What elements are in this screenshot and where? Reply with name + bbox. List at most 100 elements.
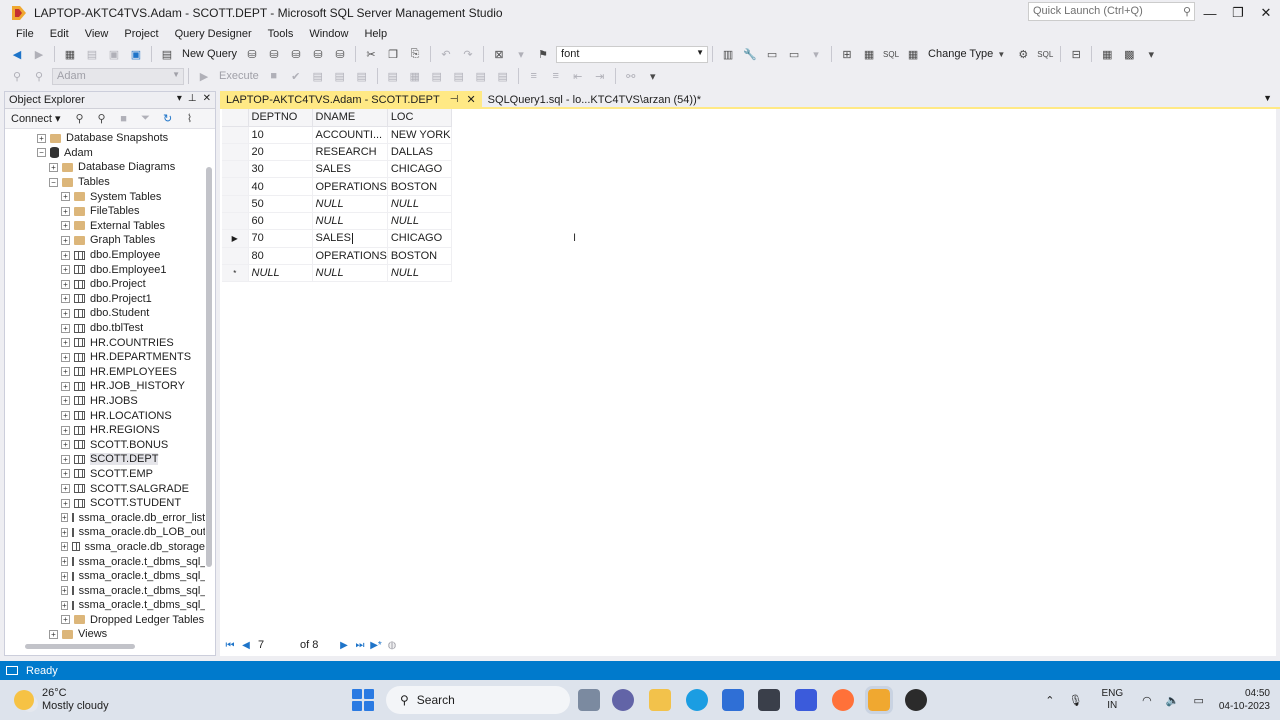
expand-icon[interactable]: + — [37, 133, 46, 143]
clock[interactable]: 04:50 04-10-2023 — [1219, 687, 1270, 713]
tree-node[interactable]: + ssma_oracle.db_storage — [5, 540, 205, 555]
tree-node[interactable]: + External Tables — [5, 219, 205, 234]
app-cube-icon[interactable] — [758, 689, 780, 711]
estimated-plan-icon[interactable]: ▤ — [310, 68, 326, 84]
window-position-icon[interactable]: ▾ — [177, 93, 182, 104]
minimize-button[interactable]: — — [1196, 0, 1224, 26]
expand-icon[interactable]: + — [61, 484, 70, 494]
xmla-query-icon[interactable]: ⛁ — [310, 46, 326, 62]
back-icon[interactable]: ◀ — [9, 46, 25, 62]
specify-values-icon[interactable]: ⚯ — [623, 68, 639, 84]
undo-icon[interactable]: ↶ — [438, 46, 454, 62]
cell-dname[interactable]: ACCOUNTI... — [312, 126, 388, 144]
intellisense-icon[interactable]: ▤ — [354, 68, 370, 84]
customize-icon[interactable]: ▾ — [808, 46, 824, 62]
expand-icon[interactable]: + — [61, 411, 70, 421]
tree-node[interactable]: + ssma_oracle.db_LOB_outp — [5, 525, 205, 540]
menu-help[interactable]: Help — [356, 28, 395, 40]
disconnect-icon[interactable]: ⚲ — [94, 111, 110, 127]
cell-dname[interactable]: SALES — [312, 229, 388, 248]
row-selector[interactable]: * — [222, 264, 249, 283]
expand-icon[interactable]: + — [49, 629, 58, 639]
teams-chat-icon[interactable] — [612, 689, 634, 711]
tree-node[interactable]: + ssma_oracle.t_dbms_sql_d — [5, 583, 205, 598]
tree-node[interactable]: + ssma_oracle.t_dbms_sql_b — [5, 554, 205, 569]
tree-node[interactable]: + dbo.Employee1 — [5, 262, 205, 277]
next-record-icon[interactable]: ▶ — [336, 640, 352, 651]
expand-icon[interactable]: + — [61, 279, 70, 289]
new-query-button[interactable]: New Query — [182, 48, 237, 60]
results-to-text-icon[interactable]: ▤ — [385, 68, 401, 84]
new-project-icon[interactable]: ▦ — [62, 46, 78, 62]
expand-icon[interactable]: + — [61, 367, 70, 377]
expand-icon[interactable]: + — [61, 527, 68, 537]
pin-icon[interactable]: ⊥ — [188, 93, 197, 104]
close-button[interactable]: ✕ — [1252, 0, 1280, 26]
tree-node[interactable]: + SCOTT.EMP — [5, 467, 205, 482]
firefox-icon[interactable] — [832, 689, 854, 711]
tree-node[interactable]: + dbo.Employee — [5, 248, 205, 263]
previous-record-icon[interactable]: ◀ — [238, 640, 254, 651]
more-icon[interactable]: ▾ — [1143, 46, 1159, 62]
expand-icon[interactable]: + — [61, 294, 70, 304]
show-diagram-pane-icon[interactable]: ⊞ — [839, 46, 855, 62]
tree-node[interactable]: + Graph Tables — [5, 233, 205, 248]
forward-icon[interactable]: ▶ — [31, 46, 47, 62]
menu-tools[interactable]: Tools — [260, 28, 302, 40]
first-record-icon[interactable]: ⏮ — [222, 640, 238, 651]
tree-node[interactable]: + Database Diagrams — [5, 160, 205, 175]
sqlcmd-mode-icon[interactable]: ▤ — [495, 68, 511, 84]
connect-icon[interactable]: ⚲ — [9, 68, 25, 84]
current-record-input[interactable]: 7 — [254, 639, 290, 651]
tree-node[interactable]: + Dropped Ledger Tables — [5, 613, 205, 628]
tree-node[interactable]: + HR.JOB_HISTORY — [5, 379, 205, 394]
cell-deptno[interactable]: 80 — [248, 247, 313, 265]
save-all-icon[interactable]: ▣ — [128, 46, 144, 62]
store-icon[interactable] — [722, 689, 744, 711]
font-combo[interactable]: font ▼ — [556, 45, 709, 63]
pin-icon[interactable]: ⊣ — [450, 94, 459, 105]
add-derived-table-icon[interactable]: ▩ — [1121, 46, 1137, 62]
connect-button[interactable]: Connect ▾ — [11, 112, 61, 125]
decrease-indent-icon[interactable]: ⇤ — [570, 68, 586, 84]
results-to-grid-icon[interactable]: ▦ — [407, 68, 423, 84]
tree-node[interactable]: + HR.JOBS — [5, 394, 205, 409]
activity-monitor-icon[interactable]: ⌇ — [182, 111, 198, 127]
cell-loc[interactable]: CHICAGO — [387, 229, 452, 248]
refresh-icon[interactable]: ↻ — [160, 111, 176, 127]
expand-icon[interactable]: + — [61, 557, 68, 567]
show-results-pane-icon[interactable]: ▦ — [905, 46, 921, 62]
column-header-deptno[interactable]: DEPTNO — [248, 109, 313, 127]
cell-deptno[interactable]: 20 — [248, 143, 313, 162]
expand-icon[interactable]: + — [61, 192, 70, 202]
cell-deptno[interactable]: NULL — [248, 264, 313, 283]
cell-loc[interactable]: BOSTON — [387, 247, 452, 265]
expand-icon[interactable]: + — [61, 221, 70, 231]
row-selector[interactable] — [222, 160, 249, 179]
cell-deptno[interactable]: 60 — [248, 212, 313, 231]
window-layout-icon[interactable]: ▭ — [786, 46, 802, 62]
add-table-icon[interactable]: ▦ — [1099, 46, 1115, 62]
horizontal-scrollbar[interactable] — [25, 644, 135, 649]
row-selector-header[interactable] — [222, 109, 249, 127]
tree-node[interactable]: + SCOTT.DEPT — [5, 452, 205, 467]
close-icon[interactable]: ✕ — [203, 93, 211, 104]
show-criteria-pane-icon[interactable]: ▦ — [861, 46, 877, 62]
expand-icon[interactable]: + — [61, 206, 70, 216]
expand-icon[interactable]: + — [61, 615, 70, 625]
mdx-query-icon[interactable]: ⛁ — [266, 46, 282, 62]
expand-icon[interactable]: + — [61, 323, 70, 333]
execute-sql-icon[interactable]: ⚙ — [1015, 46, 1031, 62]
tree-node[interactable]: + ssma_oracle.db_error_list — [5, 510, 205, 525]
new-record-icon[interactable]: ▶* — [368, 640, 384, 651]
database-engine-query-icon[interactable]: ⛁ — [244, 46, 260, 62]
obs-icon[interactable] — [905, 689, 927, 711]
tree-node[interactable]: + dbo.Student — [5, 306, 205, 321]
cell-deptno[interactable]: 70 — [248, 229, 313, 248]
expand-icon[interactable]: + — [49, 162, 58, 172]
row-selector[interactable]: ▶ — [222, 229, 249, 248]
tree-node[interactable]: + HR.LOCATIONS — [5, 408, 205, 423]
tree-node[interactable]: − Tables — [5, 175, 205, 190]
collapse-icon[interactable]: − — [49, 177, 58, 187]
tree-node[interactable]: + System Tables — [5, 189, 205, 204]
